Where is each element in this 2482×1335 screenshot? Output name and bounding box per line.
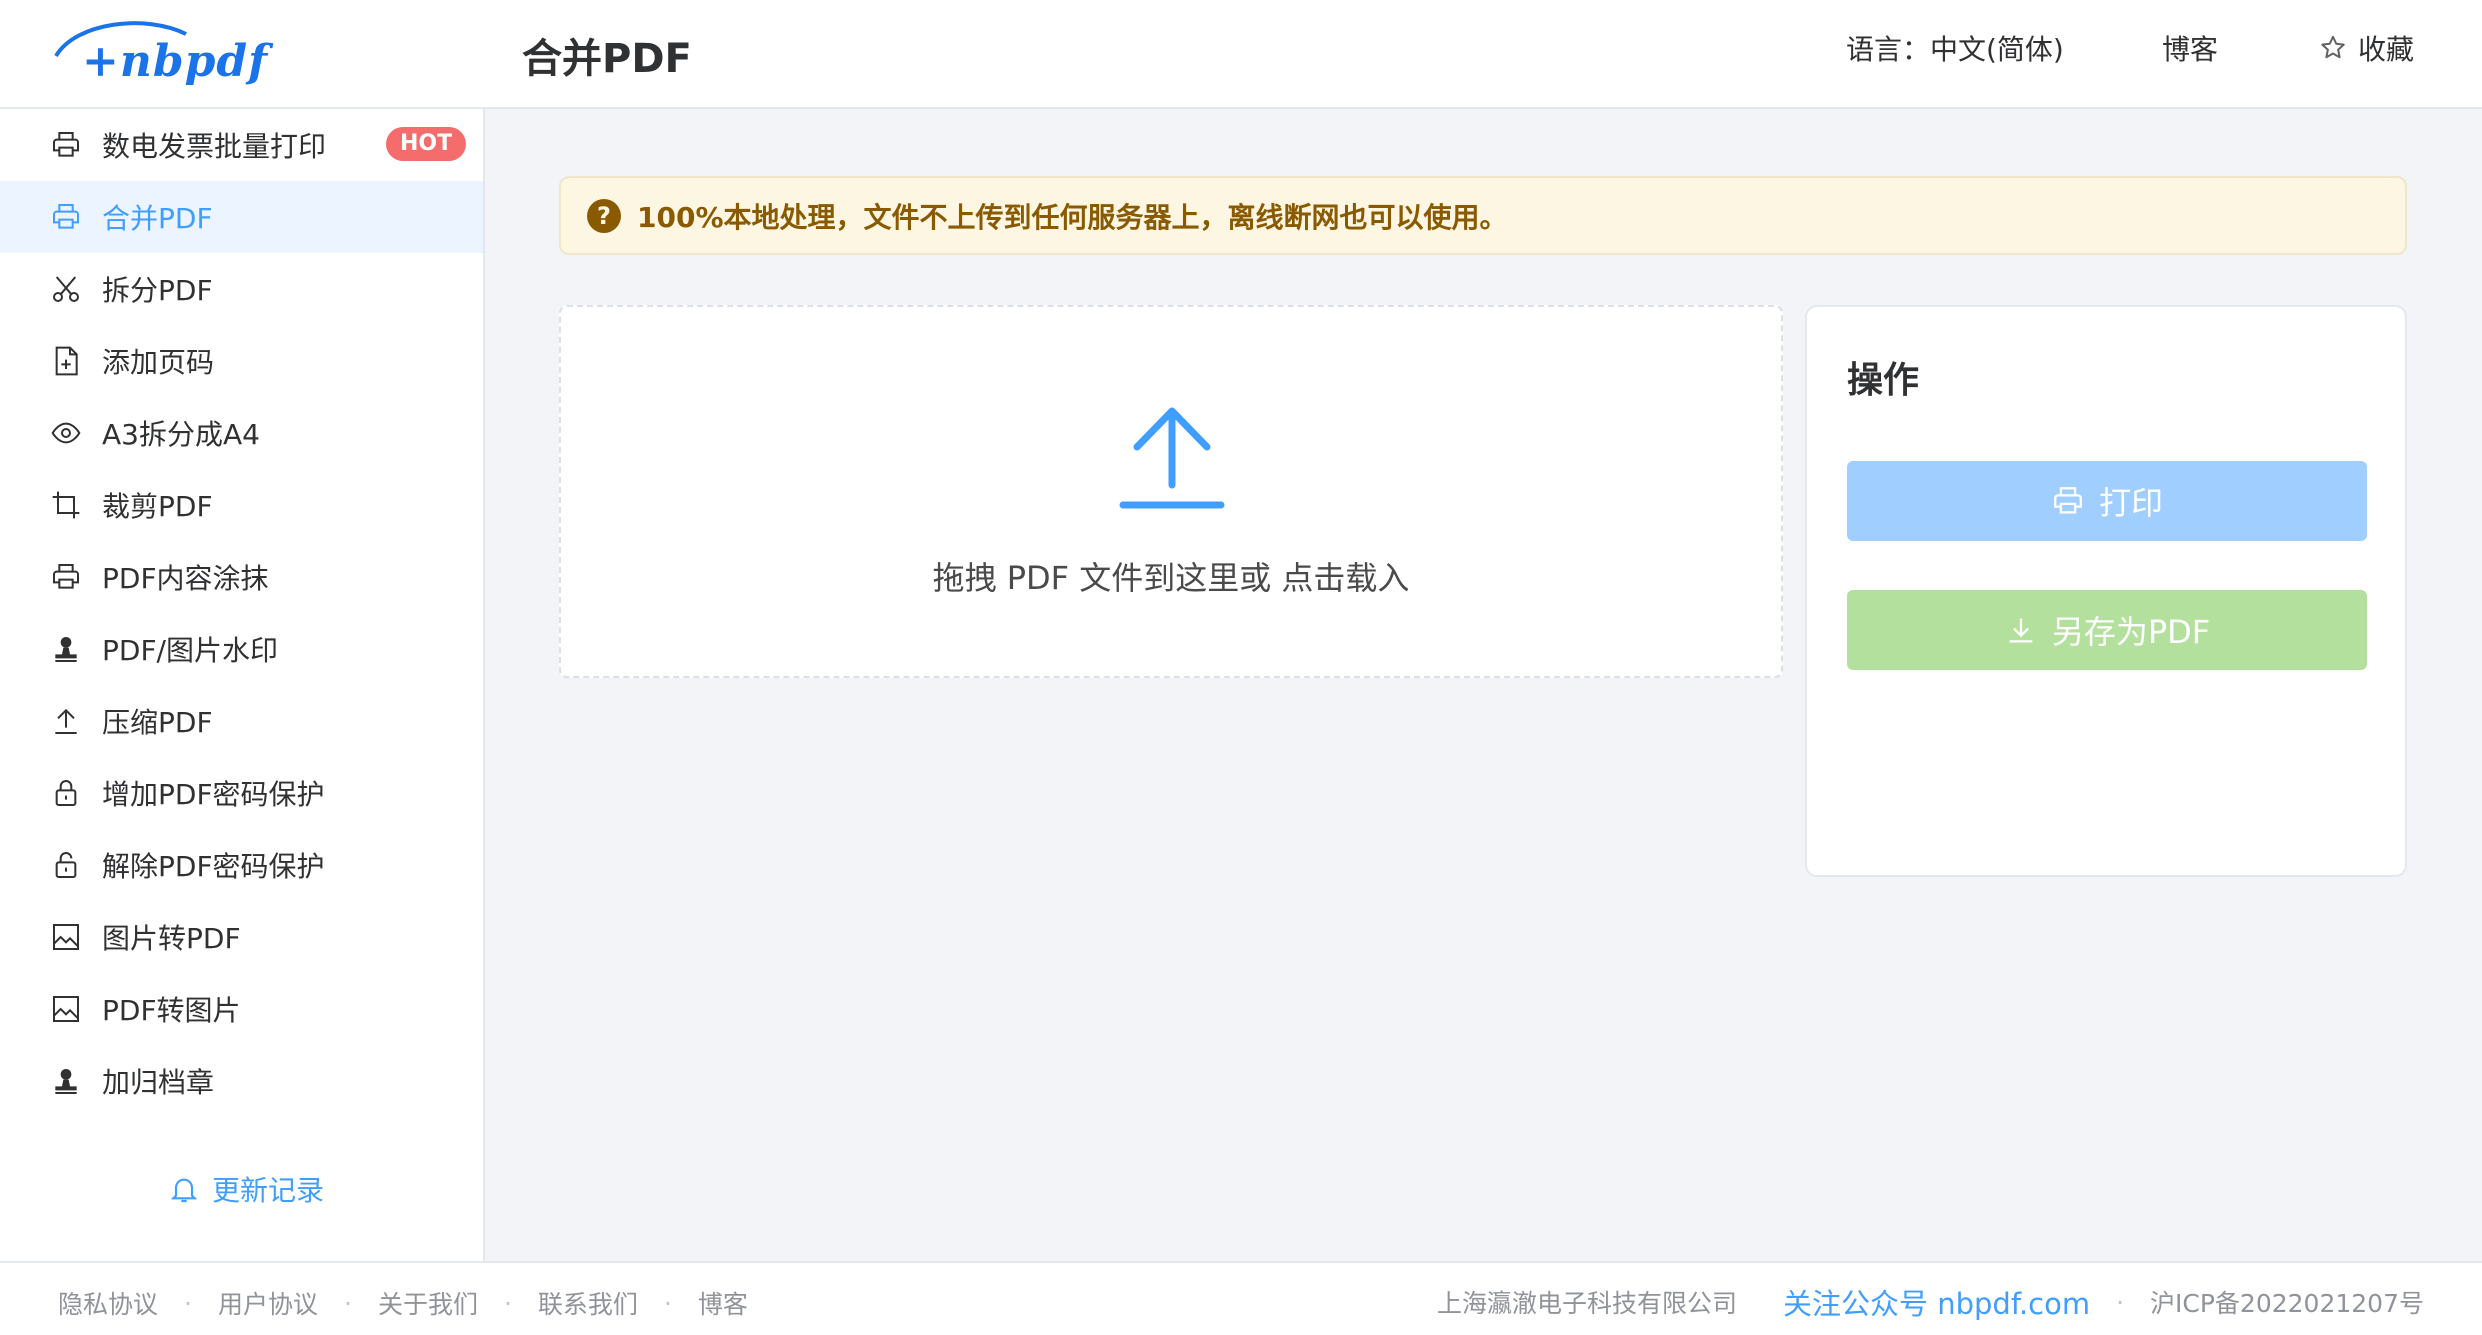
favorite-button[interactable]: 收藏 xyxy=(2318,28,2414,68)
printer-icon xyxy=(50,129,82,161)
sidebar-item-label: 合并PDF xyxy=(102,202,213,235)
logo[interactable]: +nbpdf xyxy=(36,14,267,94)
stamp-icon xyxy=(50,1065,82,1097)
printer-icon xyxy=(50,561,82,593)
header-blog-link[interactable]: 博客 xyxy=(2162,28,2218,68)
sidebar-item-image-to-pdf[interactable]: 图片转PDF xyxy=(0,901,483,973)
lock-icon xyxy=(50,777,82,809)
unlock-icon xyxy=(50,849,82,881)
sidebar-item-label: 添加页码 xyxy=(102,346,215,379)
sidebar-item-pdf-to-image[interactable]: PDF转图片 xyxy=(0,973,483,1045)
sidebar-item-compress-pdf[interactable]: 压缩PDF xyxy=(0,685,483,757)
sidebar-item-remove-password[interactable]: 解除PDF密码保护 xyxy=(0,829,483,901)
sidebar-item-label: PDF内容涂抹 xyxy=(102,562,269,595)
favorite-label: 收藏 xyxy=(2358,33,2415,66)
sidebar-item-label: A3拆分成A4 xyxy=(102,418,260,451)
sidebar-item-merge-pdf[interactable]: 合并PDF xyxy=(0,181,483,253)
footer-link-blog[interactable]: 博客 xyxy=(698,1285,748,1321)
save-as-pdf-button[interactable]: 另存为PDF xyxy=(1847,590,2367,670)
logo-text: +nbpdf xyxy=(82,36,269,87)
download-icon xyxy=(2009,618,2033,643)
scissors-icon xyxy=(50,273,82,305)
sidebar-item-label: 图片转PDF xyxy=(102,922,241,955)
footer-link-about[interactable]: 关于我们 xyxy=(378,1285,478,1321)
image-icon xyxy=(50,993,82,1025)
page-title: 合并PDF xyxy=(522,36,692,82)
dropzone-text: 拖拽 PDF 文件到这里或 点击载入 xyxy=(932,559,1410,597)
eye-icon xyxy=(50,417,82,449)
sidebar-item-a3-to-a4[interactable]: A3拆分成A4 xyxy=(0,397,483,469)
local-processing-notice: ? 100%本地处理，文件不上传到任何服务器上，离线断网也可以使用。 xyxy=(559,176,2407,255)
app-header: +nbpdf 合并PDF 语言：中文(简体) 博客 收藏 xyxy=(0,0,2482,109)
sidebar-item-split-pdf[interactable]: 拆分PDF xyxy=(0,253,483,325)
crop-icon xyxy=(50,489,82,521)
footer-separator: · xyxy=(343,1288,352,1318)
printer-icon xyxy=(50,201,82,233)
footer: 隐私协议 · 用户协议 · 关于我们 · 联系我们 · 博客 上海瀛澈电子科技有… xyxy=(0,1261,2482,1335)
add-page-icon xyxy=(50,345,82,377)
save-button-label: 另存为PDF xyxy=(2051,613,2211,651)
question-icon: ? xyxy=(587,198,621,233)
sidebar-item-label: 加归档章 xyxy=(102,1066,215,1099)
sidebar-item-label: 数电发票批量打印 xyxy=(102,130,327,163)
sidebar-item-redact-pdf[interactable]: PDF内容涂抹 xyxy=(0,541,483,613)
update-log-link[interactable]: 更新记录 xyxy=(168,1169,324,1209)
operations-title: 操作 xyxy=(1847,360,1920,401)
sidebar-item-watermark[interactable]: PDF/图片水印 xyxy=(0,613,483,685)
printer-icon xyxy=(2054,487,2082,514)
footer-separator: · xyxy=(503,1288,512,1318)
sidebar-item-label: PDF/图片水印 xyxy=(102,634,278,667)
icp-record-link[interactable]: 沪ICP备2022021207号 xyxy=(2150,1284,2424,1320)
stamp-icon xyxy=(50,633,82,665)
sidebar: 数电发票批量打印 HOT 合并PDF 拆分PDF 添加页码 A3拆分成A4 裁剪… xyxy=(0,109,485,1261)
image-icon xyxy=(50,921,82,953)
update-log-label: 更新记录 xyxy=(212,1174,325,1207)
upload-icon xyxy=(50,705,82,737)
sidebar-item-label: 拆分PDF xyxy=(102,274,213,307)
sidebar-item-crop-pdf[interactable]: 裁剪PDF xyxy=(0,469,483,541)
footer-separator: · xyxy=(663,1288,672,1318)
footer-links: 隐私协议 · 用户协议 · 关于我们 · 联系我们 · 博客 xyxy=(58,1285,748,1321)
print-button-label: 打印 xyxy=(2098,484,2163,522)
sidebar-item-add-password[interactable]: 增加PDF密码保护 xyxy=(0,757,483,829)
main-content: ? 100%本地处理，文件不上传到任何服务器上，离线断网也可以使用。 拖拽 PD… xyxy=(485,109,2482,1261)
footer-link-contact[interactable]: 联系我们 xyxy=(538,1285,638,1321)
footer-link-user-agreement[interactable]: 用户协议 xyxy=(218,1285,318,1321)
footer-separator: · xyxy=(2116,1287,2125,1317)
bell-icon xyxy=(170,1178,198,1203)
upload-arrow-icon xyxy=(1119,407,1225,509)
footer-info: 上海瀛澈电子科技有限公司 关注公众号 nbpdf.com · 沪ICP备2022… xyxy=(1437,1281,2424,1323)
wechat-follow-link[interactable]: 关注公众号 nbpdf.com xyxy=(1783,1281,2090,1323)
sidebar-item-label: PDF转图片 xyxy=(102,994,241,1027)
operations-panel: 操作 打印 另存为PDF xyxy=(1805,305,2407,877)
sidebar-item-label: 压缩PDF xyxy=(102,706,213,739)
sidebar-item-invoice-print[interactable]: 数电发票批量打印 HOT xyxy=(0,109,483,181)
print-button[interactable]: 打印 xyxy=(1847,461,2367,541)
sidebar-item-label: 解除PDF密码保护 xyxy=(102,850,325,883)
footer-link-privacy[interactable]: 隐私协议 xyxy=(58,1285,158,1321)
file-dropzone[interactable]: 拖拽 PDF 文件到这里或 点击载入 xyxy=(559,305,1783,678)
language-selector[interactable]: 语言：中文(简体) xyxy=(1846,28,2064,68)
sidebar-item-label: 裁剪PDF xyxy=(102,490,213,523)
sidebar-item-archive-stamp[interactable]: 加归档章 xyxy=(0,1045,483,1117)
hot-badge: HOT xyxy=(386,127,467,161)
footer-separator: · xyxy=(184,1288,192,1318)
sidebar-item-label: 增加PDF密码保护 xyxy=(102,778,325,811)
company-name: 上海瀛澈电子科技有限公司 xyxy=(1436,1289,1737,1318)
sidebar-item-add-page-number[interactable]: 添加页码 xyxy=(0,325,483,397)
notice-text: 100%本地处理，文件不上传到任何服务器上，离线断网也可以使用。 xyxy=(637,200,1508,234)
star-icon xyxy=(2321,35,2345,59)
